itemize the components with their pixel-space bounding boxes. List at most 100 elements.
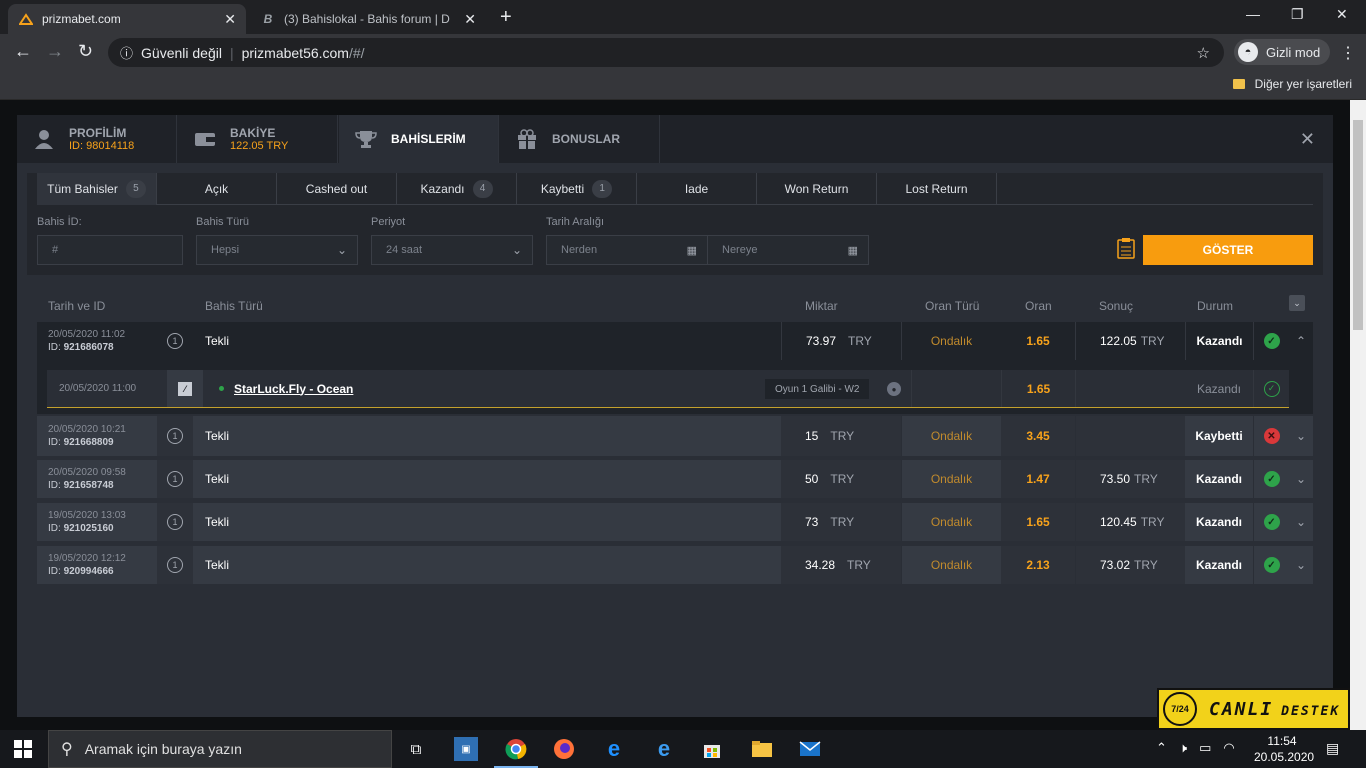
result-currency: TRY xyxy=(1134,472,1158,486)
bookmark-star-icon[interactable]: ☆ xyxy=(1197,44,1210,62)
scrollbar-thumb[interactable] xyxy=(1353,120,1363,330)
odds-value: 1.65 xyxy=(1001,322,1075,360)
chrome-icon[interactable] xyxy=(494,737,538,768)
modal-tabs: PROFİLİM ID: 98014118 BAKİYE 122.05 TRY BA… xyxy=(17,115,1333,163)
event-link[interactable]: StarLuck.Fly - Ocean xyxy=(234,382,353,396)
incognito-indicator[interactable]: ◓ Gizli mod xyxy=(1234,39,1331,65)
subtab-refund[interactable]: Iade xyxy=(637,173,757,205)
subtab-open[interactable]: Açık xyxy=(157,173,277,205)
subtab-cashed-out[interactable]: Cashed out xyxy=(277,173,397,205)
tab-my-bets[interactable]: BAHİSLERİM xyxy=(339,115,499,163)
subtab-lost-return[interactable]: Lost Return xyxy=(877,173,997,205)
bet-type: Tekli xyxy=(205,515,230,529)
wifi-icon[interactable]: ◠ xyxy=(1223,740,1234,756)
url-path[interactable]: /#/ xyxy=(349,45,365,61)
collapse-all-icon[interactable]: ⌄ xyxy=(1289,295,1305,311)
mail-icon[interactable] xyxy=(798,737,822,761)
calendar-icon[interactable]: ▦ xyxy=(848,244,858,257)
back-icon[interactable]: ← xyxy=(14,42,32,60)
internet-explorer-icon[interactable]: e xyxy=(602,736,626,761)
id-value: 921658748 xyxy=(63,480,114,491)
forward-icon[interactable]: → xyxy=(46,42,64,60)
status-icon-cell: ✓ xyxy=(1253,460,1289,498)
info-icon[interactable]: ● xyxy=(887,382,901,396)
taskbar-search[interactable]: ⚲ Aramak için buraya yazın xyxy=(48,730,392,768)
browser-toolbar: ← → ↻ ⓘ Güvenli değil | prizmabet56.com /… xyxy=(0,34,1366,70)
file-explorer-icon[interactable] xyxy=(750,737,774,761)
bet-id-input[interactable]: # xyxy=(37,235,183,265)
browser-tab-bahislokal[interactable]: B (3) Bahislokal - Bahis forum | Den ✕ xyxy=(250,4,486,34)
clipboard-icon[interactable] xyxy=(1117,237,1135,265)
address-bar[interactable]: ⓘ Güvenli değil | prizmabet56.com/#/ ☆ xyxy=(108,38,1224,67)
table-row[interactable]: 20/05/2020 09:58 ID: 921658748 1 Tekli 50… xyxy=(37,460,1313,498)
table-row[interactable]: 20/05/2020 11:02 ID: 921686078 1 Tekli 73… xyxy=(37,322,1313,360)
firefox-icon[interactable] xyxy=(552,737,576,761)
event-cell: StarLuck.Fly - Ocean xyxy=(203,370,763,407)
table-row[interactable]: 20/05/2020 10:21 ID: 921668809 1 Tekli 15… xyxy=(37,416,1313,456)
amount-value: 73 xyxy=(805,515,819,529)
trophy-icon xyxy=(355,128,377,150)
id-prefix: ID: xyxy=(48,523,64,534)
selection-count: 1 xyxy=(157,460,193,498)
subtab-won[interactable]: Kazandı 4 xyxy=(397,173,517,205)
page-scrollbar[interactable] xyxy=(1350,100,1366,730)
task-view-icon[interactable]: ⧉ xyxy=(404,737,428,761)
chevron-down-icon[interactable]: ⌄ xyxy=(1289,416,1313,456)
battery-icon[interactable]: ▭ xyxy=(1199,740,1211,756)
table-row[interactable]: 19/05/2020 12:12 ID: 920994666 1 Tekli 34… xyxy=(37,546,1313,584)
chevron-up-icon[interactable]: ⌃ xyxy=(1289,322,1313,360)
date-id-cell: 20/05/2020 10:21 ID: 921668809 xyxy=(37,416,157,456)
selection-count: 1 xyxy=(157,322,193,360)
security-label[interactable]: Güvenli değil xyxy=(141,45,222,61)
date-from-input[interactable]: Nerden ▦ xyxy=(546,235,708,265)
date-to-input[interactable]: Nereye ▦ xyxy=(707,235,869,265)
windows-start-icon[interactable] xyxy=(14,740,32,758)
id-value: 921686078 xyxy=(63,342,114,353)
odds-type: Ondalık xyxy=(901,546,1001,584)
menu-kebab-icon[interactable]: ⋮ xyxy=(1340,43,1356,63)
col-amount: Miktar xyxy=(805,299,838,313)
chevron-down-icon[interactable]: ⌄ xyxy=(1289,460,1313,498)
system-clock[interactable]: 11:54 20.05.2020 xyxy=(1254,733,1314,765)
bet-type-select[interactable]: Hepsi ⌄ xyxy=(196,235,358,265)
table-row[interactable]: 19/05/2020 13:03 ID: 921025160 1 Tekli 73… xyxy=(37,503,1313,541)
close-window-icon[interactable]: ✕ xyxy=(1336,6,1348,23)
close-tab-icon[interactable]: ✕ xyxy=(224,11,236,28)
period-label: Periyot xyxy=(371,216,406,228)
show-button[interactable]: GÖSTER xyxy=(1143,235,1313,265)
reload-icon[interactable]: ↻ xyxy=(78,42,93,60)
minimize-icon[interactable]: — xyxy=(1246,6,1260,22)
period-value: 24 saat xyxy=(386,244,423,256)
tab-profile[interactable]: PROFİLİM ID: 98014118 xyxy=(17,115,177,163)
live-support-button[interactable]: 7/24 CANLI DESTEK xyxy=(1157,688,1350,730)
period-select[interactable]: 24 saat ⌄ xyxy=(371,235,533,265)
subtab-lost[interactable]: Kaybetti 1 xyxy=(517,173,637,205)
close-tab-icon[interactable]: ✕ xyxy=(464,11,476,28)
close-modal-icon[interactable]: ✕ xyxy=(1300,129,1315,150)
browser-tab-prizmabet[interactable]: prizmabet.com ✕ xyxy=(8,4,246,34)
chevron-down-icon[interactable]: ⌄ xyxy=(1289,503,1313,541)
tab-bonuses[interactable]: BONUSLAR xyxy=(500,115,660,163)
dota-game-icon: ⁄ xyxy=(178,381,192,396)
maximize-icon[interactable]: ❐ xyxy=(1291,6,1304,23)
info-icon[interactable]: ⓘ xyxy=(120,43,133,62)
url-host[interactable]: prizmabet56.com xyxy=(242,45,349,61)
subtab-all-bets[interactable]: Tüm Bahisler 5 xyxy=(37,173,157,205)
new-tab-icon[interactable]: + xyxy=(500,6,512,29)
control-panel-icon[interactable]: ▣ xyxy=(454,737,478,761)
notification-icon[interactable]: ▤ xyxy=(1326,740,1339,757)
calendar-icon[interactable]: ▦ xyxy=(687,244,697,257)
other-bookmarks[interactable]: Diğer yer işaretleri xyxy=(1232,77,1352,91)
store-icon[interactable] xyxy=(700,737,724,761)
bet-type: Tekli xyxy=(205,472,230,486)
tray-chevron-up-icon[interactable]: ⌃ xyxy=(1156,740,1167,756)
tab-my-bets-title: BAHİSLERİM xyxy=(391,132,466,146)
subtab-won-return[interactable]: Won Return xyxy=(757,173,877,205)
date-id-cell: 20/05/2020 11:02 ID: 921686078 xyxy=(37,322,157,360)
bet-amount: 15 TRY xyxy=(781,416,901,456)
edge-icon[interactable]: e xyxy=(652,736,676,761)
tab-balance[interactable]: BAKİYE 122.05 TRY xyxy=(178,115,338,163)
volume-muted-icon[interactable]: 🕨 xyxy=(1179,740,1187,756)
chevron-down-icon[interactable]: ⌄ xyxy=(1289,546,1313,584)
bet-status: Kazandı xyxy=(1195,472,1242,486)
